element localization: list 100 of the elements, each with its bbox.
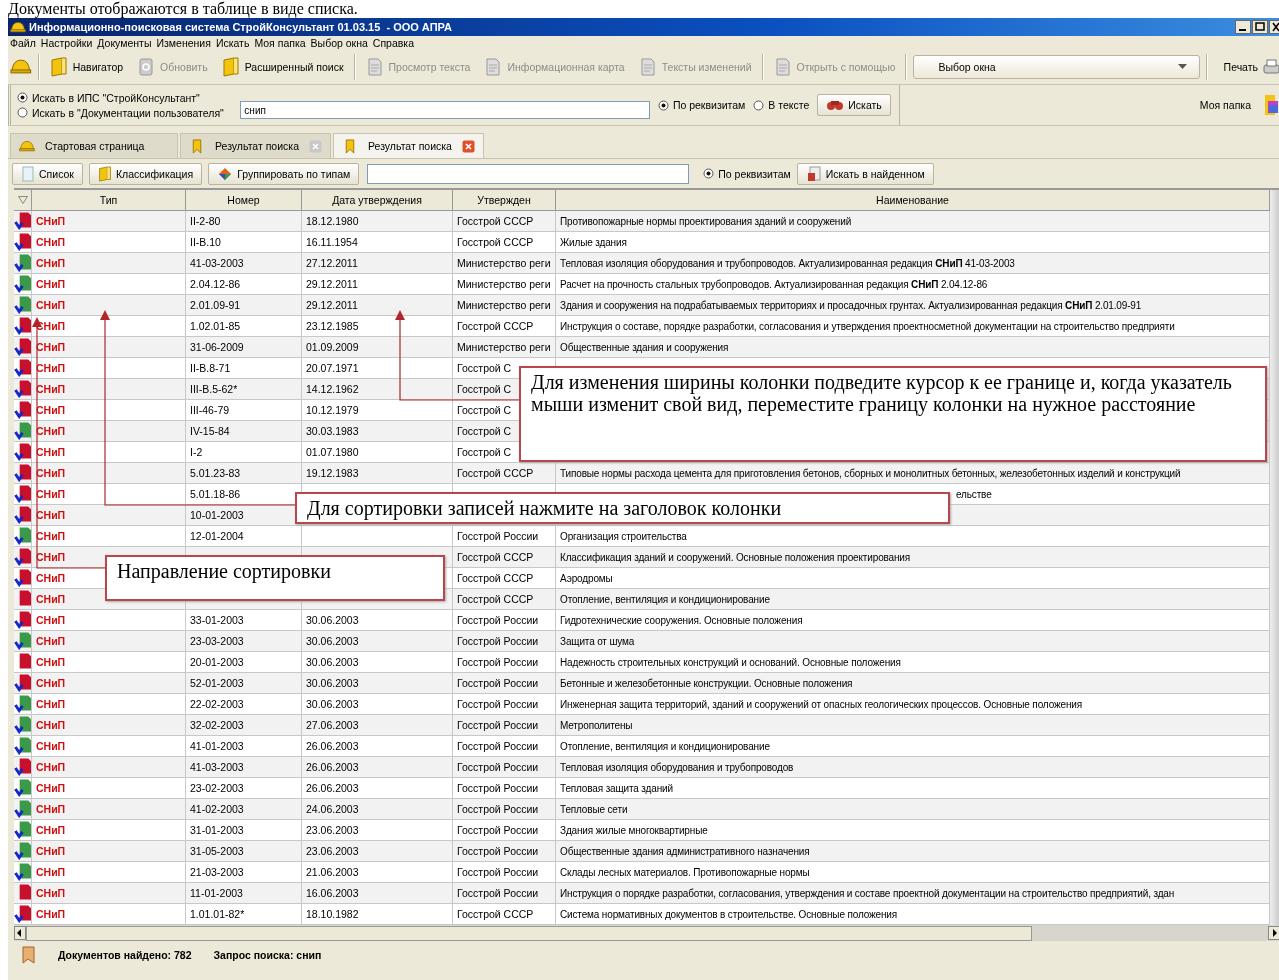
table-cell: 27.12.2011 xyxy=(302,253,453,274)
table-cell: Госстрой СССР xyxy=(453,589,556,610)
table-cell: СНиП xyxy=(32,757,186,778)
table-cell: 16.06.2003 xyxy=(302,883,453,904)
table-cell: IV-15-84 xyxy=(186,421,302,442)
table-cell: СНиП xyxy=(32,883,186,904)
table-cell: СНиП xyxy=(32,841,186,862)
window-select-dropdown[interactable]: Выбор окна xyxy=(913,55,1200,79)
page-caption: Документы отображаются в таблице в виде списка. xyxy=(7,0,359,18)
table-cell: 23-03-2003 xyxy=(186,631,302,652)
my-folder-label[interactable]: Моя папка xyxy=(1199,99,1251,111)
menu-item[interactable]: Файл xyxy=(10,37,36,49)
table-cell: Госстрой СССР xyxy=(453,211,556,232)
table-cell: 30.03.1983 xyxy=(302,421,453,442)
search-field[interactable]: снип xyxy=(240,101,650,119)
tab[interactable]: Результат поиска xyxy=(180,133,331,158)
table-cell: Противопожарные нормы проектирования зданий и сооружений xyxy=(556,211,1270,232)
table-cell: 01.09.2009 xyxy=(302,337,453,358)
toolbar-button[interactable]: Навигатор xyxy=(45,55,128,79)
table-cell: Общественные здания и сооружения xyxy=(556,337,1270,358)
window-title: Информационно-поисковая система СтройКонсультант 01.03.15 - ООО АПРА xyxy=(29,21,452,33)
table-cell: 5.01.23-83 xyxy=(186,463,302,484)
table-cell: 18.12.1980 xyxy=(302,211,453,232)
callout-note: Для изменения ширины колонки подведите курсор к ее границе и, когда указатель мыши изменит свой вид, переместите границу колонки на нужное расстояние xyxy=(519,366,1267,462)
table-cell: 30.06.2003 xyxy=(302,673,453,694)
menu-item[interactable]: Изменения xyxy=(156,37,211,49)
menu-item[interactable]: Выбор окна xyxy=(310,37,368,49)
table-cell: СНиП xyxy=(32,631,186,652)
table-cell: СНиП xyxy=(32,337,186,358)
table-cell: Общественные здания административного назначения xyxy=(556,841,1270,862)
table-cell: 41-03-2003 xyxy=(186,757,302,778)
toolbar-button[interactable]: Расширенный поиск xyxy=(217,55,348,79)
table-cell: 26.06.2003 xyxy=(302,757,453,778)
table-cell: 41-02-2003 xyxy=(186,799,302,820)
table-cell: СНиП xyxy=(32,379,186,400)
table-cell: III-В.5-62* xyxy=(186,379,302,400)
table-cell: Госстрой России xyxy=(453,799,556,820)
view-button[interactable]: Список xyxy=(12,162,83,185)
table-cell: 30.06.2003 xyxy=(302,631,453,652)
status-text: Документов найдено: 782 xyxy=(58,949,192,961)
tab[interactable]: Результат поиска xyxy=(333,133,484,158)
table-cell: Министерство реги xyxy=(453,253,556,274)
menu-item[interactable]: Документы xyxy=(97,37,152,49)
table-cell: Метрополитены xyxy=(556,715,1270,736)
table-cell: Госстрой России xyxy=(453,715,556,736)
table-cell: Госстрой СССР xyxy=(453,547,556,568)
table-cell: СНиП xyxy=(32,799,186,820)
status-text: Запрос поиска: снип xyxy=(213,949,322,961)
table-cell: СНиП xyxy=(32,673,186,694)
table-cell: СНиП xyxy=(32,463,186,484)
callout-note: Для сортировки записей нажмите на заголовок колонки xyxy=(295,492,950,524)
option-label: По реквизитам xyxy=(672,99,746,111)
view-button[interactable]: Классификация xyxy=(88,162,203,185)
table-cell: Госстрой России xyxy=(453,883,556,904)
table-cell: СНиП xyxy=(32,253,186,274)
scope-option[interactable]: Искать в ИПС "СтройКонсультант" xyxy=(17,91,233,104)
table-cell: Госстрой России xyxy=(453,841,556,862)
table-cell: СНиП xyxy=(32,715,186,736)
mode-option[interactable]: В тексте xyxy=(753,99,810,111)
option-label: Искать в ИПС "СтройКонсультант" xyxy=(32,91,200,104)
table-cell: 11-01-2003 xyxy=(186,883,302,904)
table-cell: Здания и сооружения на подрабатываемых территориях и просадочных грунтах. Актуализированная редакция СНиП 2.01.09-91 xyxy=(556,295,1270,316)
table-cell: Отопление, вентиляция и кондиционирование xyxy=(556,589,1270,610)
table-cell: Госстрой СССР xyxy=(453,463,556,484)
search-in-results-button[interactable]: Искать в найденном xyxy=(796,162,934,185)
table-cell: Бетонные и железобетонные конструкции. Основные положения xyxy=(556,673,1270,694)
table-cell: Инструкция о порядке разработки, согласования, утверждения и составе проектной документации на строительство предприятий, здан xyxy=(556,883,1270,904)
table-cell: 27.06.2003 xyxy=(302,715,453,736)
menu-item[interactable]: Моя папка xyxy=(254,37,306,49)
search-button[interactable]: Искать xyxy=(817,94,891,116)
table-cell: Классификация зданий и сооружений. Основные положения проектирования xyxy=(556,547,1270,568)
table-cell: Министерство реги xyxy=(453,337,556,358)
table-cell: Тепловые сети xyxy=(556,799,1270,820)
table-cell: 2.01.09-91 xyxy=(186,295,302,316)
mode-option[interactable]: По реквизитам xyxy=(657,99,746,111)
table-cell: Тепловая изоляция оборудования и трубопроводов. Актуализированная редакция СНиП 41-03-2003 xyxy=(556,253,1270,274)
table-cell: 31-06-2009 xyxy=(186,337,302,358)
table-cell: СНиП xyxy=(32,505,186,526)
table-cell: 24.06.2003 xyxy=(302,799,453,820)
menu-item[interactable]: Искать xyxy=(215,37,250,49)
table-cell: Защита от шума xyxy=(556,631,1270,652)
table-cell: Тепловая изоляция оборудования и трубопроводов xyxy=(556,757,1270,778)
table-cell: Госстрой России xyxy=(453,673,556,694)
table-cell: СНиП xyxy=(32,211,186,232)
menu-item[interactable]: Справка xyxy=(372,37,415,49)
table-cell: 19.12.1983 xyxy=(302,463,453,484)
table-cell: Госстрой России xyxy=(453,631,556,652)
callout-note: Направление сортировки xyxy=(105,555,445,601)
table-cell: 52-01-2003 xyxy=(186,673,302,694)
option-label: В тексте xyxy=(768,99,810,111)
table-cell: II-2-80 xyxy=(186,211,302,232)
view-button[interactable]: Группировать по типам xyxy=(208,162,360,185)
table-cell: 23.06.2003 xyxy=(302,841,453,862)
table-cell: СНиП xyxy=(32,421,186,442)
table-cell: 14.12.1962 xyxy=(302,379,453,400)
tab[interactable]: Стартовая страница xyxy=(10,133,178,158)
filter-option[interactable]: По реквизитам xyxy=(703,167,791,180)
print-button[interactable]: Печать xyxy=(1219,55,1279,79)
table-cell: 41-03-2003 xyxy=(186,253,302,274)
menu-item[interactable]: Настройки xyxy=(40,37,93,49)
